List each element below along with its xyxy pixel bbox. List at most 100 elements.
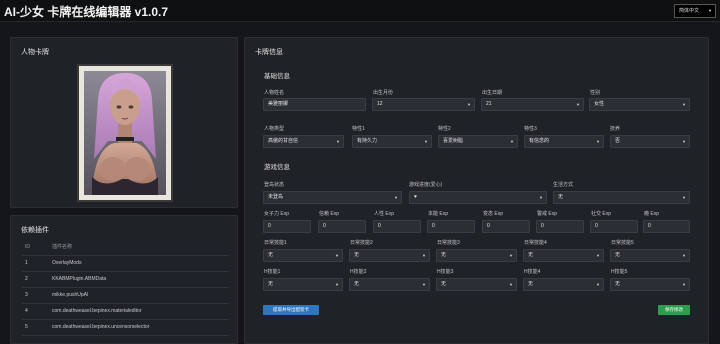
chevron-down-icon: ▼ [509,253,513,258]
chevron-down-icon: ▼ [394,195,398,200]
h-skill-select[interactable]: 无 ▼ [610,278,690,291]
h-skill-select[interactable]: 无 ▼ [436,278,517,291]
h-skill-label: H技能3 [437,269,454,275]
exp-label: 信赖 Exp [319,211,340,217]
exp-input[interactable]: 0 [373,220,421,233]
island-status-value: 未登岛 [268,194,284,200]
gender-label: 性别 [590,90,601,96]
lifestyle-value: 无 [558,194,564,200]
exp-input[interactable]: 0 [318,220,366,233]
lifestyle-label: 生活方式 [553,182,574,188]
exp-label: 警戒 Exp [537,211,558,217]
trait3-label: 特性3 [524,126,537,132]
chevron-down-icon: ▼ [422,282,426,287]
exp-value: 0 [378,223,381,229]
name-label: 人物姓名 [264,90,285,96]
chevron-down-icon: ▼ [576,102,580,107]
exp-input[interactable]: 0 [536,220,584,233]
gender-select[interactable]: 女性 ▼ [589,98,690,111]
trait3-select[interactable]: 有信念的 ▼ [524,135,604,148]
chevron-down-icon: ▼ [509,282,513,287]
island-status-select[interactable]: 未登岛 ▼ [263,191,402,204]
daily-skill-value: 无 [528,252,534,258]
chevron-down-icon: ▼ [424,139,428,144]
birth-day-label: 出生日期 [482,90,503,96]
app-title: AI-少女 卡牌在线编辑器 v1.0.7 [4,5,169,19]
h-skill-select[interactable]: 无 ▼ [349,278,430,291]
row-plugin-name: com.deathweasel.bepinex.uncensorselector [49,319,229,336]
chevron-down-icon: ▼ [596,282,600,287]
h-skill-label: H技能5 [611,269,628,275]
exp-value: 0 [323,223,326,229]
daily-skill-value: 无 [268,252,274,258]
column-header-id: ID [22,239,49,256]
row-id: 2 [22,271,49,288]
daily-skill-select[interactable]: 无 ▼ [523,249,604,262]
trait1-label: 特性1 [352,126,365,132]
chevron-down-icon: ▼ [682,253,686,258]
heart-icon: ♥ [414,194,417,200]
exp-label: 本能 Exp [428,211,449,217]
foster-select[interactable]: 否 ▼ [610,135,690,148]
game-info-heading: 游戏信息 [264,164,290,171]
personality-select[interactable]: 高傲的甘自信 ▼ [263,135,344,148]
trait2-select[interactable]: 喜爱树脂 ▼ [438,135,518,148]
daily-skill-select[interactable]: 无 ▼ [263,249,343,262]
lifestyle-select[interactable]: 无 ▼ [553,191,690,204]
extract-export-button[interactable]: 提取并导出配装卡 [263,305,319,315]
save-button[interactable]: 保存修改 [658,305,690,315]
chevron-down-icon: ▼ [539,195,543,200]
chevron-down-icon: ▼ [335,282,339,287]
chevron-down-icon: ▼ [467,102,471,107]
exp-label: 变态 Exp [483,211,504,217]
exp-value: 0 [648,223,651,229]
progress-select[interactable]: ♥ ▼ [409,191,547,204]
daily-skill-value: 无 [354,252,360,258]
daily-skill-select[interactable]: 无 ▼ [349,249,430,262]
exp-label: 瘾 Exp [644,211,660,217]
exp-input[interactable]: 0 [263,220,311,233]
birth-month-value: 12 [377,101,383,107]
row-id: 5 [22,319,49,336]
trait3-value: 有信念的 [529,138,550,144]
exp-value: 0 [487,223,490,229]
table-row: 2 KKABMPlugin.ABMData [22,271,229,288]
language-select[interactable]: 简体中文 ▼ [674,4,716,18]
birth-day-select[interactable]: 21 ▼ [481,98,584,111]
name-value: 美雅丽娜 [268,101,289,107]
birth-month-label: 出生月份 [373,90,394,96]
foster-value: 否 [615,138,621,144]
exp-value: 0 [268,223,271,229]
exp-input[interactable]: 0 [590,220,638,233]
card-image[interactable] [77,64,173,202]
personality-value: 高傲的甘自信 [268,138,299,144]
name-input[interactable]: 美雅丽娜 [263,98,366,111]
h-skill-select[interactable]: 无 ▼ [523,278,604,291]
chevron-down-icon: ▼ [422,253,426,258]
row-plugin-name: OverlayMods [49,255,229,272]
chevron-down-icon: ▼ [335,253,339,258]
exp-input[interactable]: 0 [427,220,475,233]
island-status-label: 登岛状态 [264,182,285,188]
h-skill-select[interactable]: 无 ▼ [263,278,343,291]
exp-value: 0 [595,223,598,229]
exp-input[interactable]: 0 [643,220,690,233]
table-row: 1 OverlayMods [22,255,229,272]
exp-label: 女子力 Exp [264,211,290,217]
foster-label: 抚养 [610,126,621,132]
trait1-select[interactable]: 有持久力 ▼ [352,135,432,148]
daily-skill-label: 日常技能4 [524,240,547,246]
chevron-down-icon: ▼ [708,8,712,13]
personality-label: 人物类型 [264,126,285,132]
card-panel: 人物卡牌 [10,37,238,208]
chevron-down-icon: ▼ [596,253,600,258]
birth-month-select[interactable]: 12 ▼ [372,98,475,111]
trait1-value: 有持久力 [357,138,378,144]
daily-skill-select[interactable]: 无 ▼ [610,249,690,262]
daily-skill-select[interactable]: 无 ▼ [436,249,517,262]
chevron-down-icon: ▼ [682,139,686,144]
exp-value: 0 [432,223,435,229]
exp-input[interactable]: 0 [482,220,530,233]
daily-skill-label: 日常技能2 [350,240,373,246]
basic-info-heading: 基础信息 [264,73,290,80]
